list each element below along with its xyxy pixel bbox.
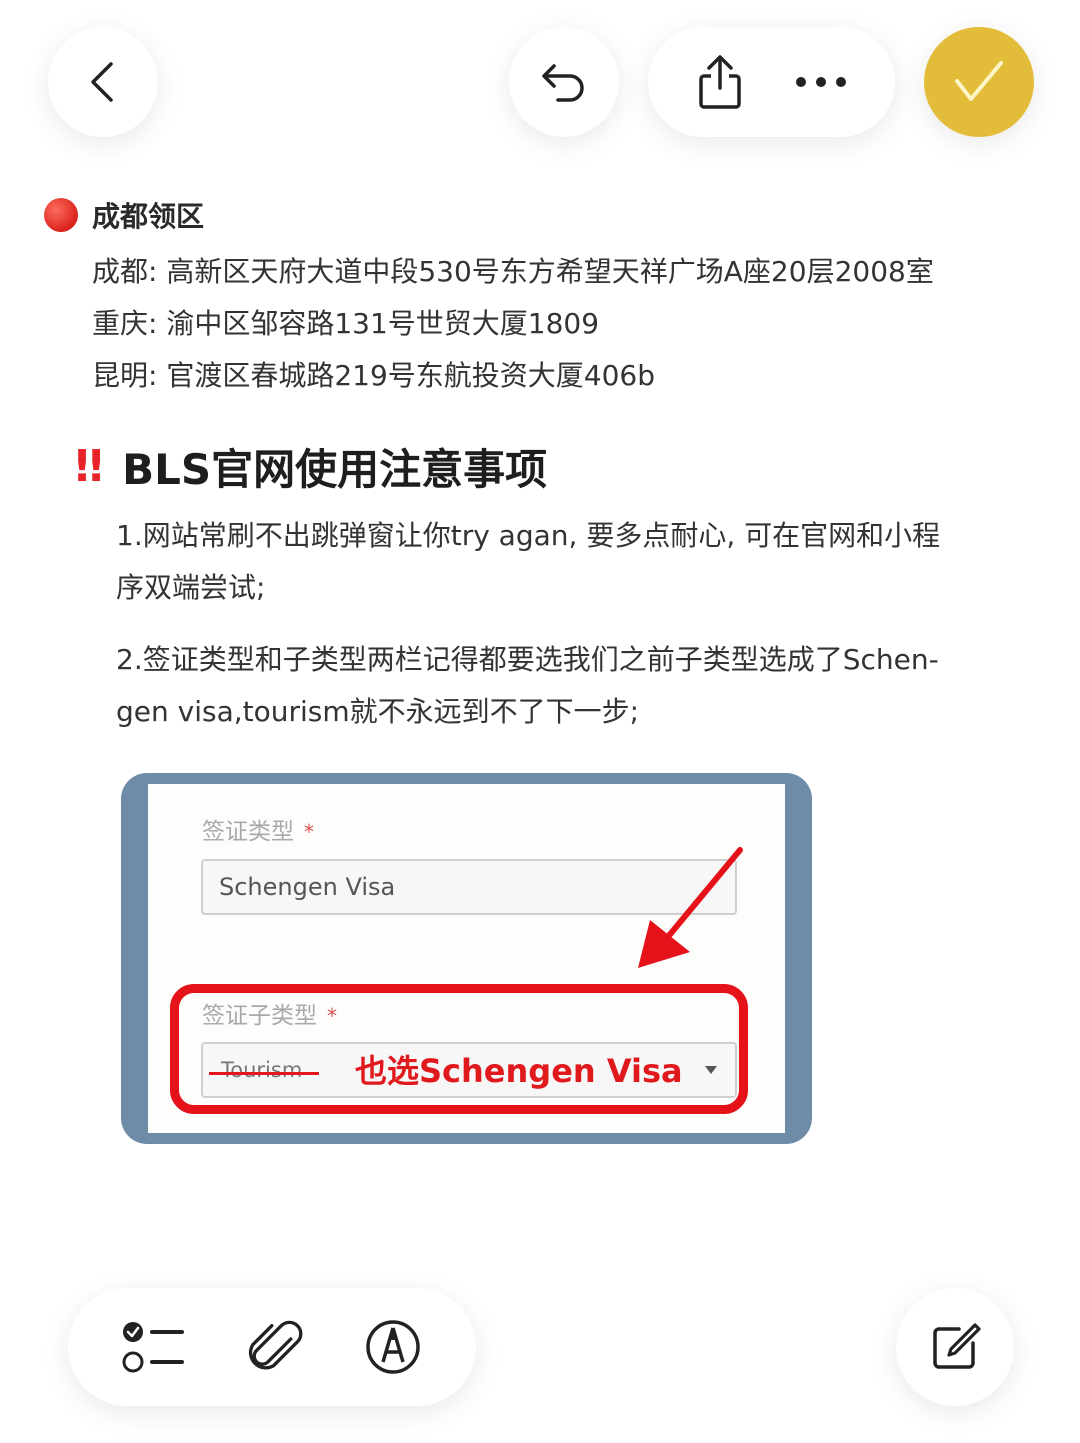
section-heading-text: BLS官网使用注意事项: [122, 445, 548, 494]
checklist-button[interactable]: [122, 1320, 186, 1374]
undo-icon: [542, 64, 584, 102]
section-heading: !! BLS官网使用注意事项: [72, 436, 547, 497]
share-button[interactable]: [694, 52, 746, 112]
visa-type-value: Schengen Visa: [219, 873, 396, 901]
paragraph-1: 1.网站常刷不出跳弹窗让你try agan, 要多点耐心, 可在官网和小程序双端…: [116, 519, 941, 604]
address-kunming: 昆明: 官渡区春城路219号东航投资大厦406b: [92, 359, 655, 392]
more-icon: [796, 77, 847, 87]
region-title: 成都领区: [92, 200, 205, 233]
edit-icon: [933, 1323, 981, 1369]
done-button[interactable]: [924, 27, 1034, 137]
checklist-icon: [122, 1322, 185, 1373]
more-button[interactable]: [793, 74, 849, 90]
paragraph-2: 2.签证类型和子类型两栏记得都要选我们之前子类型选成了Schen-gen vis…: [116, 643, 939, 728]
address-chongqing: 重庆: 渝中区邹容路131号世贸大厦1809: [92, 307, 600, 340]
address-chengdu: 成都: 高新区天府大道中段530号东方希望天祥广场A座20层2008室: [92, 255, 934, 288]
red-circle-icon: [44, 198, 78, 232]
strikethrough-line: [209, 1072, 319, 1075]
dropdown-caret-icon: [705, 1066, 717, 1074]
attach-button[interactable]: [247, 1318, 303, 1376]
format-toolbar: [68, 1288, 476, 1406]
pen-button[interactable]: [364, 1318, 422, 1376]
paperclip-icon: [248, 1320, 303, 1370]
red-arrow-icon: [638, 847, 743, 968]
visa-subtype-label: 签证子类型 *: [202, 1003, 337, 1029]
region-heading: 成都领区: [44, 195, 204, 235]
visa-subtype-struck-value: Tourism: [221, 1058, 303, 1082]
share-icon: [699, 55, 741, 109]
share-more-group: [648, 27, 895, 137]
back-button[interactable]: [48, 27, 158, 137]
chevron-left-icon: [91, 62, 113, 102]
new-note-button[interactable]: [896, 1288, 1014, 1406]
check-icon: [955, 61, 1003, 101]
embedded-screenshot[interactable]: 签证类型 * Schengen Visa 签证子类型 * Tourism 也选Sch…: [121, 773, 812, 1144]
visa-type-label: 签证类型 *: [202, 819, 314, 845]
pen-icon: [365, 1320, 420, 1374]
annotation-text: 也选Schengen Visa: [355, 1052, 683, 1090]
undo-button[interactable]: [509, 27, 619, 137]
embedded-screenshot-content: 签证类型 * Schengen Visa 签证子类型 * Tourism 也选Sch…: [148, 784, 785, 1133]
double-exclamation-icon: !!: [72, 441, 106, 492]
